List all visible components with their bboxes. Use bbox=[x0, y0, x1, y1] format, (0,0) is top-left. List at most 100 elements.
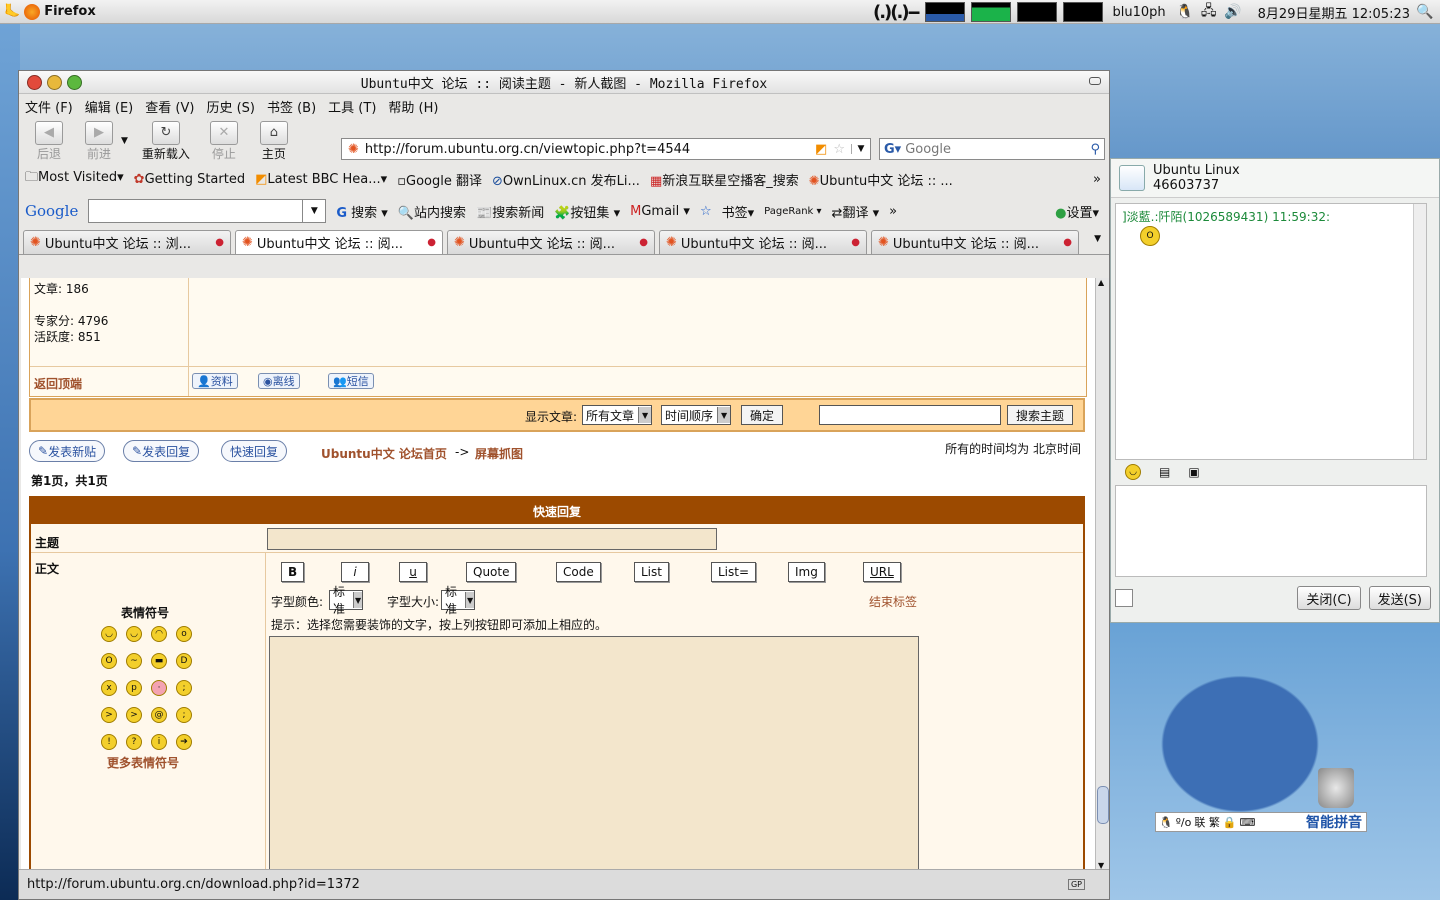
google-bookmarks-button[interactable]: 书签▾ bbox=[722, 202, 755, 221]
wink-icon[interactable]: ; bbox=[176, 707, 192, 723]
lock-icon[interactable]: 🔒 bbox=[1223, 816, 1237, 829]
username[interactable]: blu10ph bbox=[1113, 5, 1166, 20]
section-link[interactable]: 屏幕抓图 bbox=[475, 445, 523, 462]
font-color-select[interactable]: 标准 ▼ bbox=[329, 585, 364, 616]
forum-home-link[interactable]: Ubuntu中文 论坛首页 bbox=[321, 445, 447, 462]
list-button[interactable]: List bbox=[634, 562, 669, 582]
bookmark-getting-started[interactable]: ✿Getting Started bbox=[134, 172, 245, 187]
network-icon[interactable]: 🖧 bbox=[1200, 3, 1218, 21]
menu-history[interactable]: 历史 (S) bbox=[206, 97, 255, 116]
confused-icon[interactable]: ~ bbox=[126, 653, 142, 669]
close-tab-icon[interactable]: ● bbox=[851, 237, 860, 248]
sad-icon[interactable]: ◠ bbox=[151, 626, 167, 642]
search-icon[interactable]: 🔍 bbox=[1416, 3, 1434, 21]
trash-icon[interactable] bbox=[1318, 768, 1354, 808]
menu-bookmarks[interactable]: 书签 (B) bbox=[267, 97, 316, 116]
disk-monitor[interactable] bbox=[1062, 2, 1103, 22]
subject-input[interactable] bbox=[267, 528, 717, 550]
smile-icon[interactable]: ◡ bbox=[101, 626, 117, 642]
toolbar-overflow-icon[interactable]: » bbox=[889, 204, 897, 219]
star-bookmark-icon[interactable]: ☆ bbox=[700, 204, 712, 219]
idea-icon[interactable]: i bbox=[151, 734, 167, 750]
offline-button[interactable]: ◉ 离线 bbox=[258, 373, 300, 389]
menu-file[interactable]: 文件 (F) bbox=[25, 97, 73, 116]
scroll-up-icon[interactable]: ▲ bbox=[1098, 278, 1104, 287]
cool-icon[interactable]: ▬ bbox=[151, 653, 167, 669]
quick-reply-button[interactable]: 快速回复 bbox=[221, 440, 288, 462]
tab-1[interactable]: ✺ Ubuntu中文 论坛 :: 浏... ● bbox=[23, 230, 231, 254]
tongue-icon[interactable]: p bbox=[126, 680, 142, 696]
close-tab-icon[interactable]: ● bbox=[639, 237, 648, 248]
close-chat-button[interactable]: 关闭(C) bbox=[1297, 586, 1361, 610]
button-gallery-button[interactable]: 🧩按钮集 ▾ bbox=[554, 202, 620, 221]
volume-icon[interactable]: 🔊 bbox=[1224, 3, 1242, 21]
grin-icon[interactable]: ◡ bbox=[126, 626, 142, 642]
back-button[interactable]: ◀ 后退 bbox=[29, 120, 69, 162]
bookmark-most-visited[interactable]: 🗀Most Visited▾ bbox=[25, 168, 124, 190]
screenshot-icon[interactable]: ▣ bbox=[1188, 465, 1199, 479]
bookmark-ubuntu-forum[interactable]: ✺Ubuntu中文 论坛 :: ... bbox=[809, 170, 953, 189]
profile-button[interactable]: 👤 资料 bbox=[192, 373, 238, 389]
close-tab-icon[interactable]: ● bbox=[427, 237, 436, 248]
window-titlebar[interactable]: Ubuntu中文 论坛 :: 阅读主题 - 新人截图 - Mozilla Fir… bbox=[19, 71, 1109, 94]
reply-button[interactable]: ✎ 发表回复 bbox=[123, 440, 200, 462]
ime-toolbar[interactable]: 🐧 º/o 联 繁 🔒 ⌨ 智能拼音 bbox=[1155, 812, 1367, 832]
exclaim-icon[interactable]: ! bbox=[101, 734, 117, 750]
menu-edit[interactable]: 编辑 (E) bbox=[85, 97, 134, 116]
ime-label[interactable]: 智能拼音 bbox=[1306, 812, 1366, 832]
bookmarks-overflow-icon[interactable]: » bbox=[1093, 172, 1109, 187]
site-search-button[interactable]: 🔍站内搜索 bbox=[398, 202, 466, 221]
emoticon-icon[interactable]: ◡ bbox=[1125, 464, 1141, 480]
history-icon[interactable] bbox=[1115, 589, 1133, 607]
reload-button[interactable]: ↻ 重新载入 bbox=[138, 120, 194, 162]
url-dropdown-icon[interactable]: ▼ bbox=[851, 144, 870, 154]
news-search-button[interactable]: 📰搜索新闻 bbox=[476, 202, 544, 221]
bookmark-ownlinux[interactable]: ⊘OwnLinux.cn 发布Li... bbox=[492, 170, 640, 189]
mad-icon[interactable]: x bbox=[101, 680, 117, 696]
forward-button[interactable]: ▶ 前进 bbox=[79, 120, 119, 162]
search-topic-button[interactable]: 搜索主题 bbox=[1007, 405, 1074, 425]
evil-icon[interactable]: > bbox=[101, 707, 117, 723]
tab-5[interactable]: ✺ Ubuntu中文 论坛 :: 阅... ● bbox=[871, 230, 1079, 254]
order-select[interactable]: 时间顺序 ▼ bbox=[661, 405, 732, 425]
message-scrollbar[interactable] bbox=[1413, 204, 1426, 459]
shade-icon[interactable] bbox=[1089, 77, 1101, 85]
new-topic-button[interactable]: ✎ 发表新贴 bbox=[29, 440, 106, 462]
arrow-icon[interactable]: ➔ bbox=[176, 734, 192, 750]
tab-4[interactable]: ✺ Ubuntu中文 论坛 :: 阅... ● bbox=[659, 230, 867, 254]
ordered-list-button[interactable]: List= bbox=[711, 562, 757, 582]
google-engine-icon[interactable]: G▾ bbox=[884, 142, 901, 157]
scrollbar-thumb[interactable] bbox=[1097, 786, 1109, 824]
bookmark-google-translate[interactable]: ▫Google 翻译 bbox=[397, 170, 482, 189]
home-button[interactable]: ⌂ 主页 bbox=[254, 120, 294, 162]
google-search-button[interactable]: G 搜索 ▾ bbox=[336, 202, 388, 221]
underline-button[interactable]: u bbox=[399, 562, 427, 582]
gmail-button[interactable]: MGmail ▾ bbox=[630, 204, 690, 219]
quote-button[interactable]: Quote bbox=[466, 562, 517, 582]
image-button[interactable]: Img bbox=[788, 562, 825, 582]
bookmark-sina[interactable]: ▦新浪互联星空播客_搜索 bbox=[650, 170, 799, 189]
close-tab-icon[interactable]: ● bbox=[1063, 237, 1072, 248]
stop-button[interactable]: ✕ 停止 bbox=[204, 120, 244, 162]
magnifier-icon[interactable]: ⚲ bbox=[1090, 142, 1100, 157]
url-bar[interactable]: ✺ http://forum.ubuntu.org.cn/viewtopic.p… bbox=[341, 138, 871, 160]
twisted-icon[interactable]: > bbox=[126, 707, 142, 723]
dropdown-arrow-icon[interactable]: ▼ bbox=[302, 200, 325, 222]
page-scrollbar[interactable]: ▲ ▼ bbox=[1095, 278, 1109, 870]
clock[interactable]: 8月29日星期五 12:05:23 bbox=[1258, 3, 1410, 22]
url-button[interactable]: URL bbox=[863, 562, 901, 582]
tab-3[interactable]: ✺ Ubuntu中文 论坛 :: 阅... ● bbox=[447, 230, 655, 254]
topic-search-input[interactable] bbox=[819, 405, 1001, 425]
memory-monitor[interactable] bbox=[970, 2, 1011, 22]
star-icon[interactable]: ☆ bbox=[833, 142, 845, 157]
surprised-icon[interactable]: o bbox=[176, 626, 192, 642]
italic-button[interactable]: i bbox=[341, 562, 369, 582]
menu-view[interactable]: 查看 (V) bbox=[145, 97, 194, 116]
font-icon[interactable]: ▤ bbox=[1159, 465, 1170, 479]
tab-2[interactable]: ✺ Ubuntu中文 论坛 :: 阅... ● bbox=[235, 230, 443, 254]
bookmark-bbc[interactable]: ◩Latest BBC Hea...▾ bbox=[255, 172, 387, 187]
embarrassed-icon[interactable]: · bbox=[151, 680, 167, 696]
close-tab-icon[interactable]: ● bbox=[215, 237, 224, 248]
bold-button[interactable]: B bbox=[281, 562, 305, 582]
font-size-select[interactable]: 标准 ▼ bbox=[441, 585, 476, 616]
